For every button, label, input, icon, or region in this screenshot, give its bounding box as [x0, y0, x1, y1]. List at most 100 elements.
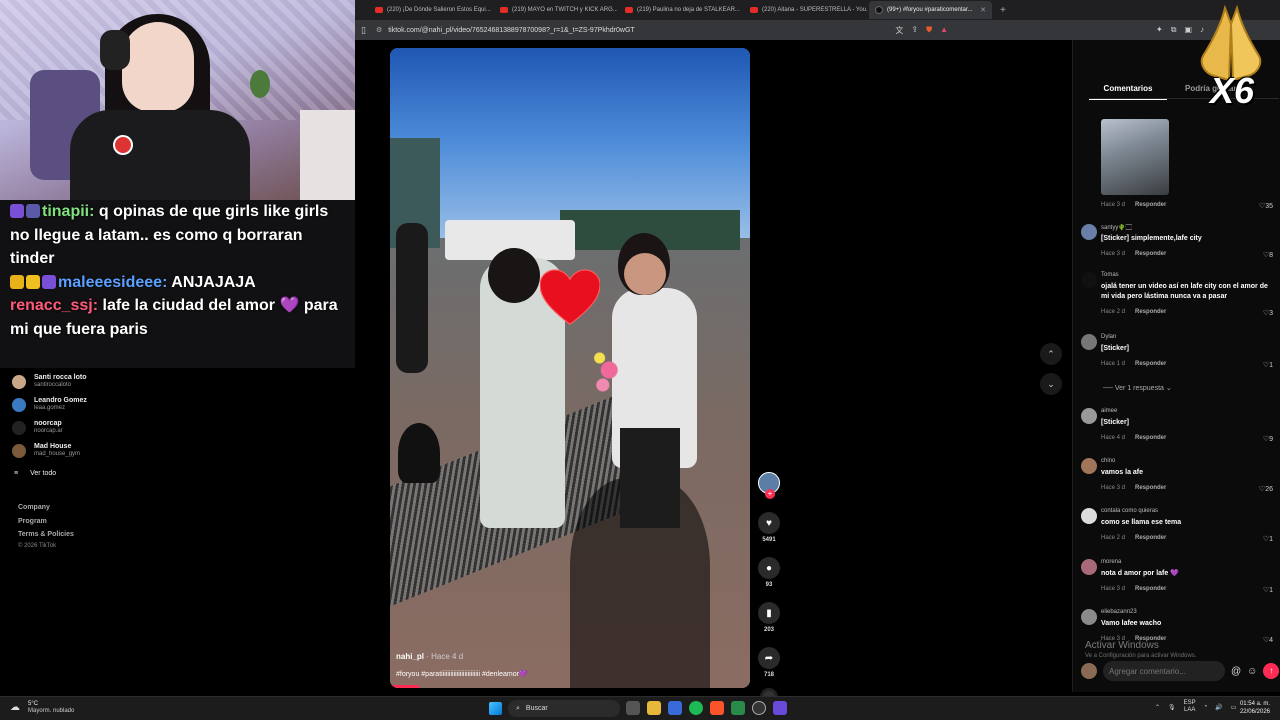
comment-like-button[interactable]: ♡1 [1263, 361, 1273, 369]
reply-button[interactable]: Responder [1135, 251, 1166, 257]
weather-widget[interactable]: ☁ 5°C Mayorm. nublado [10, 701, 74, 715]
commenter-name[interactable]: eliebazann23 [1101, 609, 1137, 615]
account-avatar [12, 374, 26, 389]
comment-meta: Hace 3 d Responder [1101, 251, 1166, 257]
reply-button[interactable]: Responder [1135, 586, 1166, 592]
browser-tab[interactable]: (219) Paulina no deja de STALKEAR...✕ [619, 1, 742, 19]
reply-button[interactable]: Responder [1135, 361, 1166, 367]
browser-tab[interactable]: (219) MAYO en TWITCH y KICK ARG...✕ [494, 1, 617, 19]
extension-triangle-icon[interactable]: ▲ [940, 25, 948, 36]
video-progress-bar[interactable] [390, 685, 419, 688]
reply-button[interactable]: Responder [1135, 485, 1166, 491]
purple-app-icon[interactable] [773, 701, 787, 715]
commenter-avatar[interactable] [1081, 272, 1097, 288]
site-info-icon[interactable]: ⚙ [376, 26, 382, 34]
emoji-icon[interactable]: ☺ [1247, 666, 1257, 677]
commenter-avatar[interactable] [1081, 458, 1097, 474]
url-text: tiktok.com/@nahi_pl/video/76524681388978… [388, 26, 635, 34]
new-tab-button[interactable]: + [1000, 5, 1006, 16]
system-clock[interactable]: 01:54 a. m. 22/06/2026 [1240, 700, 1270, 716]
tray-chevron-icon[interactable]: ⌃ [1155, 704, 1160, 711]
task-view-icon[interactable] [626, 701, 640, 715]
spotify-icon[interactable] [689, 701, 703, 715]
following-account[interactable]: Mad House mad_house_gym [12, 443, 80, 458]
following-account[interactable]: noorcap noorcap.ar [12, 420, 63, 435]
video-hashtags[interactable]: #foryou #paratiiiiiiiiiiiiiiiiiiiiiiiii … [396, 670, 528, 678]
file-explorer-icon[interactable] [647, 701, 661, 715]
reply-button[interactable]: Responder [1135, 202, 1166, 208]
reply-button[interactable]: Responder [1135, 435, 1166, 441]
comment-like-button[interactable]: ♡4 [1263, 636, 1273, 644]
account-text: noorcap noorcap.ar [34, 420, 63, 435]
mic-icon[interactable]: 🎙 [1168, 704, 1176, 711]
sidebar-toggle-icon[interactable]: ▯ [361, 25, 366, 36]
author-avatar[interactable]: + [758, 472, 780, 499]
obs-icon[interactable] [752, 701, 766, 715]
browser-tab[interactable]: (220) Aitana - SUPERESTRELLA - You...✕ [744, 1, 867, 19]
share-button[interactable]: ➦ [758, 647, 780, 669]
footer-company-link[interactable]: Company [18, 501, 74, 515]
tablet-icon[interactable]: ▣ [1184, 25, 1192, 36]
see-replies-link[interactable]: ── Ver 1 respuesta ⌄ [1103, 384, 1172, 392]
commenter-name[interactable]: chino [1101, 458, 1115, 464]
browser-tab[interactable]: (99+) #foryou #paraticomentar... ✕ [869, 1, 992, 19]
previous-video-button[interactable]: ⌃ [1040, 343, 1062, 365]
comment-like-button[interactable]: ♡3 [1263, 309, 1273, 317]
commenter-avatar[interactable] [1081, 559, 1097, 575]
store-icon[interactable] [668, 701, 682, 715]
save-button[interactable]: ▮ [758, 602, 780, 624]
mention-icon[interactable]: @ [1231, 666, 1241, 677]
video-player[interactable]: nahi_pl · Hace 4 d #foryou #paratiiiiiii… [390, 48, 750, 688]
commenter-name[interactable]: contala como quieras [1101, 508, 1158, 514]
wifi-icon[interactable]: ◔ [1204, 704, 1208, 710]
extensions-icon[interactable]: ✦ [1156, 25, 1163, 36]
puzzle-icon[interactable]: ⧉ [1171, 25, 1177, 36]
comment-like-button[interactable]: ♡26 [1259, 485, 1273, 493]
commenter-name[interactable]: morena [1101, 559, 1121, 565]
commenter-name[interactable]: aimee [1101, 408, 1117, 414]
footer-program-link[interactable]: Program [18, 515, 74, 529]
commenter-avatar[interactable] [1081, 408, 1097, 424]
send-comment-button[interactable]: ↑ [1263, 663, 1280, 679]
following-account[interactable]: Leandro Gomez leaa.gomez [12, 397, 87, 412]
commenter-avatar[interactable] [1081, 508, 1097, 524]
share-icon[interactable]: ⇪ [911, 25, 918, 36]
green-app-icon[interactable] [731, 701, 745, 715]
comment-button[interactable]: ● [758, 557, 780, 579]
comment-like-button[interactable]: ♡1 [1263, 535, 1273, 543]
commenter-name[interactable]: santyy🌵🏻 [1101, 224, 1132, 232]
browser-tab[interactable]: (220) ¡De Dónde Salieron Estos Equi...✕ [369, 1, 492, 19]
url-omnibox[interactable]: ⚙ tiktok.com/@nahi_pl/video/765246813889… [376, 23, 895, 37]
comment-like-button[interactable]: ♡8 [1263, 251, 1273, 259]
commenter-avatar[interactable] [1081, 334, 1097, 350]
language-indicator[interactable]: ESP LAA [1184, 700, 1196, 714]
video-author[interactable]: nahi_pl [396, 652, 424, 661]
tab-label: (219) MAYO en TWITCH y KICK ARG... [512, 7, 617, 13]
tab-label: (220) ¡De Dónde Salieron Estos Equi... [387, 7, 491, 13]
footer-terms-link[interactable]: Terms & Policies [18, 528, 74, 542]
shield-icon[interactable]: ⛊ [926, 25, 932, 36]
next-video-button[interactable]: ⌄ [1040, 373, 1062, 395]
see-all-link[interactable]: ≡ Ver todo [14, 470, 56, 477]
volume-icon[interactable]: 🔊 [1215, 704, 1222, 711]
translate-icon[interactable]: 文 [895, 25, 903, 36]
commenter-name[interactable]: Tomas [1101, 272, 1119, 278]
brave-icon[interactable] [710, 701, 724, 715]
close-tab-icon[interactable]: ✕ [980, 6, 986, 14]
comment-input[interactable] [1103, 661, 1225, 681]
battery-icon[interactable]: ▭ [1231, 704, 1237, 711]
follow-plus-icon[interactable]: + [765, 489, 775, 499]
commenter-avatar[interactable] [1081, 609, 1097, 625]
comment-sticker-image[interactable] [1101, 119, 1169, 195]
commenter-avatar[interactable] [1081, 224, 1097, 240]
windows-start-icon[interactable] [489, 702, 502, 715]
comment-like-button[interactable]: ♡35 [1259, 202, 1273, 210]
comment-like-button[interactable]: ♡1 [1263, 586, 1273, 594]
reply-button[interactable]: Responder [1135, 535, 1166, 541]
commenter-name[interactable]: Dylan [1101, 334, 1116, 340]
reply-button[interactable]: Responder [1135, 309, 1166, 315]
taskbar-search[interactable]: ⌕ Buscar [508, 700, 620, 717]
following-account[interactable]: Santi rocca loto santiroccaloto [12, 374, 87, 389]
like-button[interactable]: ♥ [758, 512, 780, 534]
comment-like-button[interactable]: ♡9 [1263, 435, 1273, 443]
